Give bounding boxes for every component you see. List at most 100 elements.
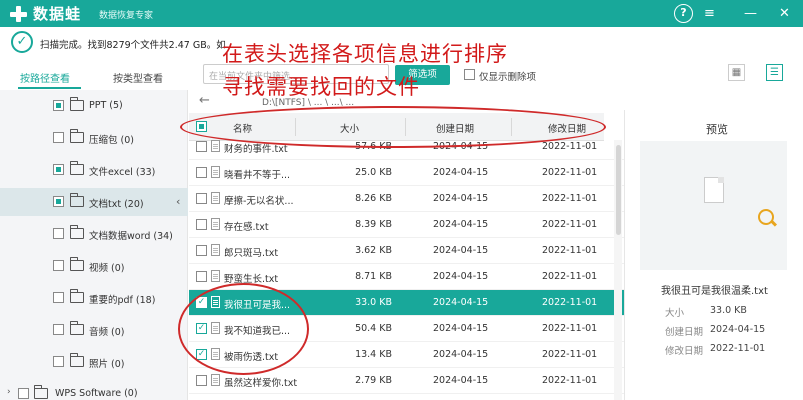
list-view-icon[interactable]: ☰ [766, 64, 783, 81]
preview-modified-label: 修改日期 [665, 346, 704, 357]
table-row[interactable]: 晓看井不等于... 25.0 KB 2024-04-15 2022-11-01 [189, 160, 624, 186]
row-checkbox[interactable] [196, 271, 207, 282]
sidebar-item-label: WPS Software (0) [55, 388, 138, 399]
sidebar-item[interactable]: 视频 (0) [0, 252, 188, 280]
text-file-icon [211, 218, 220, 230]
scan-status-text: 扫描完成。找到8279个文件共2.47 GB。如... [40, 40, 235, 51]
row-checkbox[interactable] [196, 193, 207, 204]
tab-by-type[interactable]: 按类型查看 [113, 70, 163, 85]
sidebar-item-label: 音频 (0) [89, 327, 125, 338]
sidebar-item-label: 视频 (0) [89, 263, 125, 274]
file-name: 摩擦-无以名状... [224, 196, 294, 207]
row-checkbox[interactable] [196, 141, 207, 152]
file-modified-date: 2022-11-01 [542, 141, 598, 152]
folder-checkbox[interactable] [53, 228, 64, 239]
zoom-icon[interactable] [758, 209, 774, 225]
file-size: 25.0 KB [355, 167, 392, 178]
file-size: 8.39 KB [355, 219, 392, 230]
file-size: 33.0 KB [355, 297, 392, 308]
help-icon[interactable]: ? [674, 4, 693, 23]
file-modified-date: 2022-11-01 [542, 245, 598, 256]
file-created-date: 2024-04-15 [433, 193, 489, 204]
folder-checkbox[interactable] [53, 324, 64, 335]
file-modified-date: 2022-11-01 [542, 375, 598, 386]
folder-checkbox[interactable] [53, 260, 64, 271]
folder-checkbox[interactable] [18, 388, 29, 399]
file-created-date: 2024-04-15 [433, 323, 489, 334]
folder-checkbox[interactable] [53, 196, 64, 207]
app-brand: 数据蛙 [33, 5, 82, 23]
file-name: 虽然这样爱你.txt [224, 378, 298, 389]
file-size: 2.79 KB [355, 375, 392, 386]
folder-icon [69, 353, 84, 367]
file-size: 8.71 KB [355, 271, 392, 282]
row-checkbox[interactable] [196, 219, 207, 230]
row-checkbox[interactable] [196, 167, 207, 178]
sidebar-item-label: 文件excel (33) [89, 167, 156, 178]
sidebar-item[interactable]: 重要的pdf (18) [0, 284, 188, 312]
back-arrow-icon[interactable]: ← [199, 93, 210, 108]
preview-modified-value: 2022-11-01 [710, 343, 766, 354]
sidebar-item-label: 文档数据word (34) [89, 231, 173, 242]
folder-icon [69, 289, 84, 303]
table-row[interactable]: 存在感.txt 8.39 KB 2024-04-15 2022-11-01 [189, 212, 624, 238]
file-size: 13.4 KB [355, 349, 392, 360]
sidebar-item[interactable]: › WPS Software (0) [0, 380, 188, 400]
folder-icon [33, 385, 48, 399]
preview-area [640, 141, 787, 270]
folder-icon [69, 97, 84, 111]
row-checkbox[interactable] [196, 245, 207, 256]
folder-checkbox[interactable] [53, 356, 64, 367]
folder-icon [69, 225, 84, 239]
table-row[interactable]: 郎只斑马.txt 3.62 KB 2024-04-15 2022-11-01 [189, 238, 624, 264]
file-name: 晓看井不等于... [224, 170, 291, 181]
tab-by-path[interactable]: 按路径查看 [20, 70, 70, 85]
expand-arrow-icon[interactable]: › [7, 387, 11, 397]
preview-title: 预览 [706, 123, 728, 136]
folder-checkbox[interactable] [53, 132, 64, 143]
sidebar-item-label: PPT (5) [89, 100, 123, 111]
sidebar-item[interactable]: 音频 (0) [0, 316, 188, 344]
sidebar-item[interactable]: 文档txt (20) ‹ [0, 188, 188, 216]
annotation-line-2: 寻找需要找回的文件 [222, 75, 420, 99]
file-created-date: 2024-04-15 [433, 167, 489, 178]
table-row[interactable]: 摩擦-无以名状... 8.26 KB 2024-04-15 2022-11-01 [189, 186, 624, 212]
folder-checkbox[interactable] [53, 292, 64, 303]
file-created-date: 2024-04-15 [433, 271, 489, 282]
preview-size-value: 33.0 KB [710, 305, 747, 316]
file-modified-date: 2022-11-01 [542, 167, 598, 178]
sidebar-item[interactable]: 文件excel (33) [0, 156, 188, 184]
folder-checkbox[interactable] [53, 164, 64, 175]
file-created-date: 2024-04-15 [433, 297, 489, 308]
text-file-icon [211, 192, 220, 204]
file-created-date: 2024-04-15 [433, 349, 489, 360]
close-button[interactable]: ✕ [775, 4, 794, 23]
folder-checkbox[interactable] [53, 100, 64, 111]
file-name: 郎只斑马.txt [224, 248, 279, 259]
sidebar-item[interactable]: 照片 (0) [0, 348, 188, 376]
view-mode-tabs: 按路径查看 按类型查看 [0, 60, 188, 90]
app-window: 数据蛙 数据恢复专家 ? ≡ — ✕ ✓ 扫描完成。找到8279个文件共2.47… [0, 0, 803, 400]
sidebar-item[interactable]: 文档数据word (34) [0, 220, 188, 248]
minimize-button[interactable]: — [741, 4, 760, 23]
folder-icon [69, 257, 84, 271]
active-tab-indicator [18, 87, 81, 89]
preview-created-value: 2024-04-15 [710, 324, 766, 335]
file-created-date: 2024-04-15 [433, 219, 489, 230]
collapse-arrow-icon[interactable]: ‹ [176, 195, 180, 208]
file-modified-date: 2022-11-01 [542, 297, 598, 308]
text-file-icon [211, 166, 220, 178]
row-checkbox[interactable] [196, 375, 207, 386]
sidebar-item[interactable]: 压缩包 (0) [0, 124, 188, 152]
menu-icon[interactable]: ≡ [700, 4, 719, 23]
show-deleted-label: 仅显示删除项 [479, 72, 537, 83]
scrollbar-thumb[interactable] [616, 145, 621, 235]
sidebar-item[interactable]: PPT (5) [0, 92, 188, 120]
show-deleted-checkbox[interactable] [464, 69, 475, 80]
file-name: 存在感.txt [224, 222, 269, 233]
sidebar-item-label: 压缩包 (0) [89, 135, 134, 146]
file-modified-date: 2022-11-01 [542, 323, 598, 334]
file-modified-date: 2022-11-01 [542, 271, 598, 282]
file-size: 8.26 KB [355, 193, 392, 204]
grid-view-icon[interactable]: ▦ [728, 64, 745, 81]
